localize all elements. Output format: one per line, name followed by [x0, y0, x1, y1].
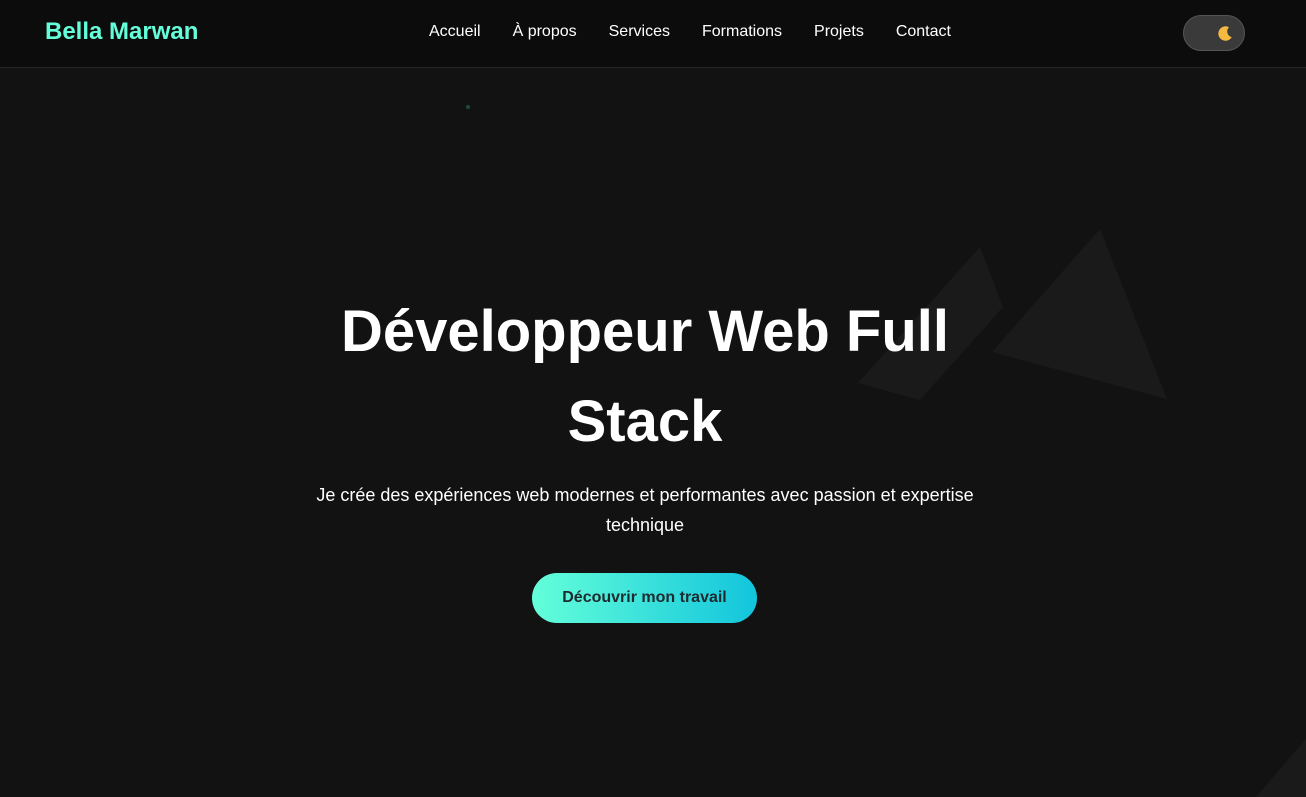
- nav-link-projets[interactable]: Projets: [814, 23, 864, 40]
- hero-subtitle: Je crée des expériences web modernes et …: [316, 485, 974, 535]
- nav-item-a-propos: À propos: [513, 21, 577, 43]
- hero-section: Développeur Web Full Stack Je crée des e…: [0, 69, 1306, 797]
- nav-menu: Accueil À propos Services Formations Pro…: [429, 21, 951, 43]
- brand-logo[interactable]: Bella Marwan: [45, 17, 198, 47]
- nav-link-accueil[interactable]: Accueil: [429, 23, 481, 40]
- hero-title: Développeur Web Full Stack: [340, 299, 949, 454]
- nav-link-formations[interactable]: Formations: [702, 23, 782, 40]
- nav-link-contact[interactable]: Contact: [896, 23, 951, 40]
- nav-item-contact: Contact: [896, 21, 951, 43]
- nav-item-formations: Formations: [702, 21, 782, 43]
- nav-link-a-propos[interactable]: À propos: [513, 23, 577, 40]
- nav-item-accueil: Accueil: [429, 21, 481, 43]
- moon-icon: [1218, 26, 1232, 41]
- deco-triangle-right: [992, 229, 1167, 399]
- top-navbar: Bella Marwan Accueil À propos Services F…: [0, 0, 1306, 68]
- nav-item-projets: Projets: [814, 21, 864, 43]
- deco-triangle-corner: [1256, 739, 1306, 797]
- nav-link-services[interactable]: Services: [609, 23, 670, 40]
- deco-dot: [466, 105, 470, 109]
- theme-toggle[interactable]: [1183, 15, 1245, 51]
- discover-work-button[interactable]: Découvrir mon travail: [532, 573, 757, 623]
- nav-item-services: Services: [609, 21, 670, 43]
